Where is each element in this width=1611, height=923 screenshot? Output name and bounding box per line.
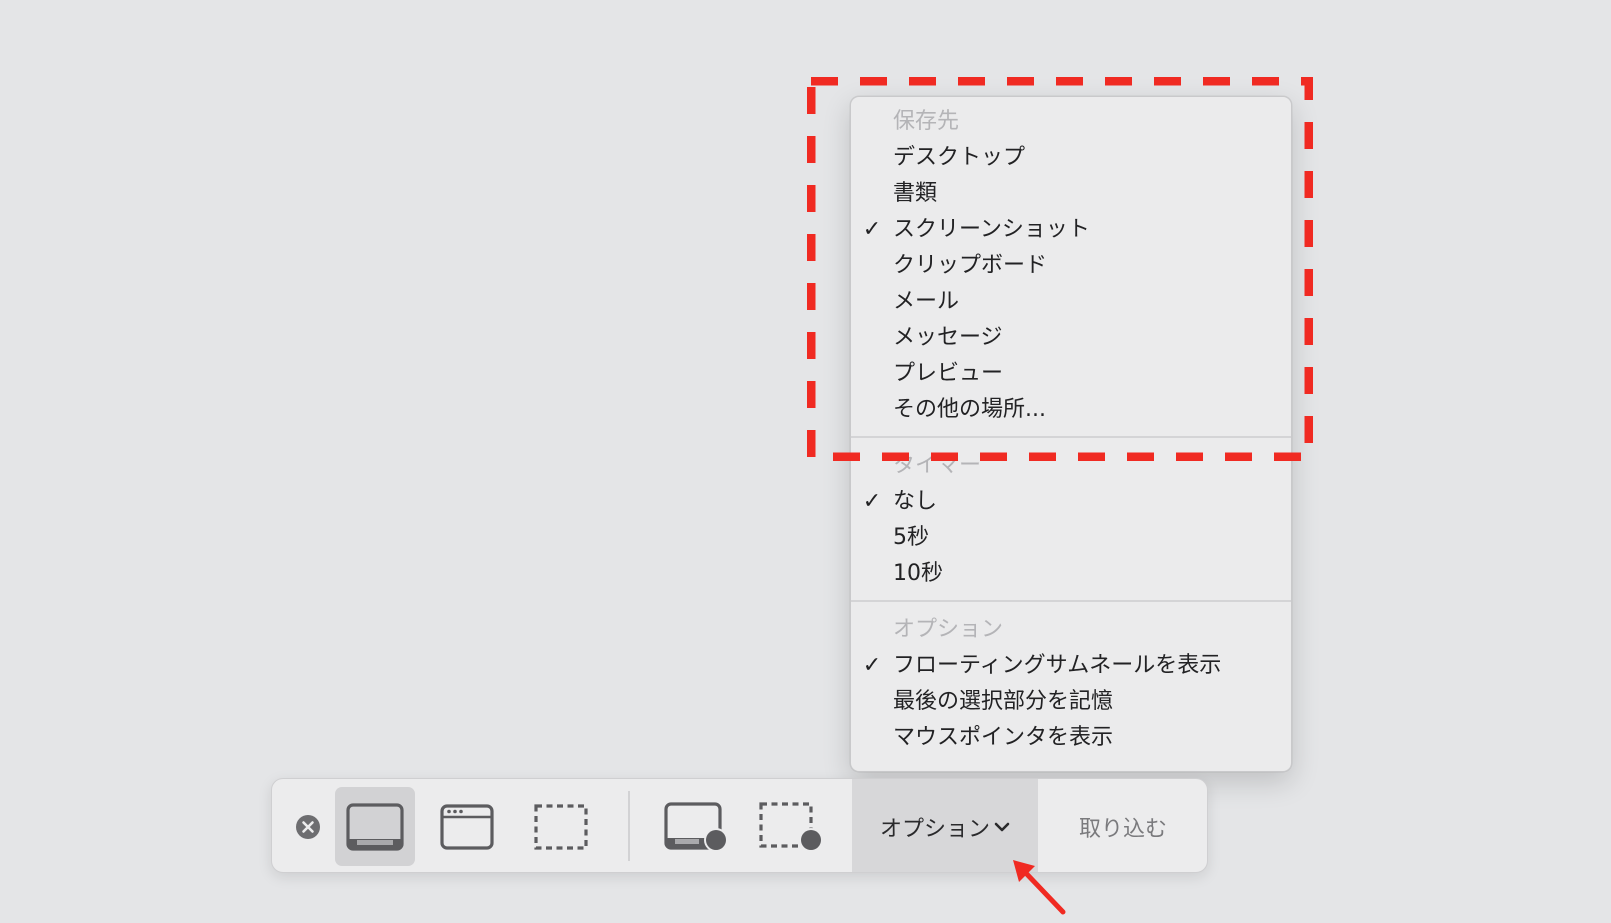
capture-selection-button[interactable] [524, 779, 598, 872]
menu-item-label: マウスポインタを表示 [893, 725, 1114, 750]
menu-item-label: 5秒 [893, 525, 929, 550]
options-menu: 保存先 ✓ デスクトップ ✓ 書類 ✓ スクリーンショット ✓ クリップボード … [850, 96, 1292, 772]
menu-item-label: 10秒 [893, 561, 943, 586]
timer-10-seconds-item[interactable]: ✓ 10秒 [851, 556, 1291, 592]
save-to-other-location-item[interactable]: ✓ その他の場所... [851, 392, 1291, 428]
screenshot-toolbar: オプション 取り込む [271, 778, 1208, 873]
save-to-clipboard-item[interactable]: ✓ クリップボード [851, 248, 1291, 284]
capture-entire-screen-icon [346, 802, 404, 851]
menu-item-label: スクリーンショット [893, 217, 1090, 242]
menu-item-label: プレビュー [893, 361, 1004, 386]
timer-section: タイマー ✓ なし ✓ 5秒 ✓ 10秒 [851, 448, 1291, 592]
timer-none-item[interactable]: ✓ なし [851, 484, 1291, 520]
show-mouse-pointer-item[interactable]: ✓ マウスポインタを表示 [851, 720, 1291, 756]
capture-button-label: 取り込む [1078, 816, 1167, 842]
save-to-messages-item[interactable]: ✓ メッセージ [851, 320, 1291, 356]
capture-selection-icon [534, 803, 588, 850]
menu-separator [851, 600, 1291, 602]
save-to-preview-item[interactable]: ✓ プレビュー [851, 356, 1291, 392]
close-button[interactable] [290, 779, 326, 872]
menu-item-label: デスクトップ [893, 145, 1026, 170]
save-to-header: 保存先 [893, 109, 960, 134]
options-button-label: オプション [879, 816, 990, 842]
capture-button[interactable]: 取り込む [1038, 779, 1207, 872]
menu-separator [851, 436, 1291, 438]
save-to-documents-item[interactable]: ✓ 書類 [851, 176, 1291, 212]
menu-item-label: 書類 [893, 181, 938, 206]
capture-window-icon [440, 803, 494, 850]
save-to-section: 保存先 ✓ デスクトップ ✓ 書類 ✓ スクリーンショット ✓ クリップボード … [851, 104, 1291, 428]
menu-item-label: フローティングサムネールを表示 [893, 653, 1222, 678]
save-to-mail-item[interactable]: ✓ メール [851, 284, 1291, 320]
menu-item-label: クリップボード [893, 253, 1048, 278]
checkmark-icon: ✓ [862, 489, 882, 514]
capture-entire-screen-button[interactable] [335, 787, 415, 866]
chevron-down-icon [994, 822, 1010, 831]
record-entire-screen-icon [664, 801, 728, 852]
checkmark-icon: ✓ [862, 217, 882, 242]
remember-last-selection-item[interactable]: ✓ 最後の選択部分を記憶 [851, 684, 1291, 720]
options-button[interactable]: オプション [852, 779, 1038, 872]
timer-5-seconds-item[interactable]: ✓ 5秒 [851, 520, 1291, 556]
toolbar-divider [628, 791, 630, 861]
options-header: オプション [893, 617, 1004, 642]
menu-item-label: メール [893, 289, 960, 314]
close-icon [296, 814, 320, 839]
record-selection-icon [759, 801, 823, 852]
record-entire-screen-button[interactable] [657, 779, 737, 872]
show-floating-thumbnail-item[interactable]: ✓ フローティングサムネールを表示 [851, 648, 1291, 684]
timer-header: タイマー [893, 453, 982, 478]
checkmark-icon: ✓ [862, 653, 882, 678]
menu-item-label: その他の場所... [893, 397, 1046, 422]
save-to-screenshots-item[interactable]: ✓ スクリーンショット [851, 212, 1291, 248]
options-section: オプション ✓ フローティングサムネールを表示 ✓ 最後の選択部分を記憶 ✓ マ… [851, 612, 1291, 756]
menu-item-label: メッセージ [893, 325, 1003, 350]
menu-item-label: 最後の選択部分を記憶 [893, 689, 1114, 714]
record-selection-button[interactable] [752, 779, 832, 872]
capture-window-button[interactable] [430, 779, 504, 872]
menu-item-label: なし [893, 489, 938, 514]
save-to-desktop-item[interactable]: ✓ デスクトップ [851, 140, 1291, 176]
